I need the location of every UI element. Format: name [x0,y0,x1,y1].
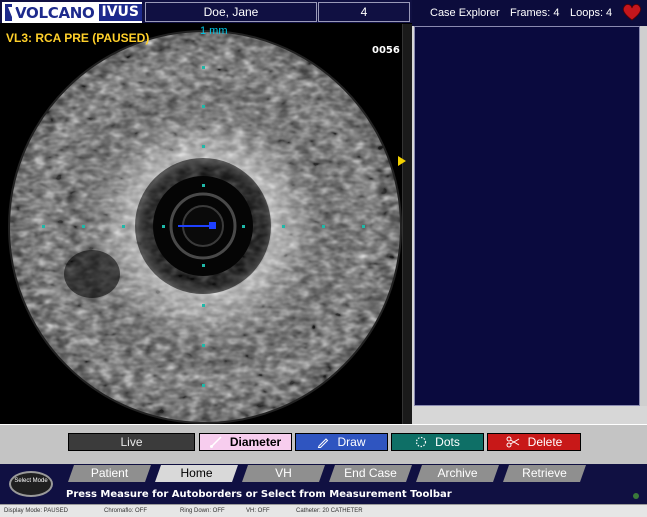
frames-value: 4 [553,7,560,19]
product-name: IVUS [98,4,142,21]
dots-icon [416,436,427,448]
scale-label: 1 mm [200,25,228,37]
case-explorer-title: Case Explorer [430,7,500,19]
ivus-viewport[interactable]: VL3: RCA PRE (PAUSED) 1 mm 0056 [0,24,412,424]
select-mode-button[interactable]: Select Mode [9,471,53,497]
app-header: VOLCANO IVUS Doe, Jane 4 [0,0,412,24]
status-led-icon [633,493,639,499]
brand-name: VOLCANO [15,3,95,22]
pencil-icon [318,438,329,448]
frame-number: 4 [318,2,410,22]
live-button[interactable]: Live [68,433,195,451]
dots-label: Dots [435,435,460,449]
tab-patient[interactable]: Patient [68,465,151,482]
loops-label: Loops: [570,7,604,19]
tab-archive[interactable]: Archive [416,465,499,482]
case-explorer-pane[interactable] [414,26,640,406]
tab-home[interactable]: Home [155,465,238,482]
status-message: Press Measure for Autoborders or Select … [66,489,452,500]
dots-button[interactable]: Dots [391,433,484,451]
longitudinal-strip[interactable] [402,24,412,424]
status-chromaflo: Chromaflo: OFF [104,508,148,514]
heart-icon[interactable] [622,3,642,21]
live-label: Live [120,435,143,449]
loops-value: 4 [606,7,613,19]
patient-name: Doe, Jane [145,2,317,22]
tab-end-case[interactable]: End Case [329,465,412,482]
status-display-mode: Display Mode: PAUSED [4,508,68,514]
diameter-icon [209,436,222,448]
diameter-button[interactable]: Diameter [199,433,292,451]
frame-position-marker[interactable] [398,156,406,166]
diameter-label: Diameter [229,435,282,449]
volcano-logo-icon [5,4,17,21]
frame-counter: 0056 [372,45,400,56]
loop-title: VL3: RCA PRE (PAUSED) [6,31,150,45]
status-bar: Display Mode: PAUSED Chromaflo: OFF Ring… [0,504,647,517]
status-catheter: Catheter: 20 CATHETER [296,508,363,514]
shadow-region [64,250,120,298]
frames-count: Frames: 4 [510,7,559,19]
loops-count: Loops: 4 [570,7,612,19]
tab-retrieve[interactable]: Retrieve [503,465,586,482]
delete-button[interactable]: Delete [487,433,581,451]
tab-vh[interactable]: VH [242,465,325,482]
status-ring-down: Ring Down: OFF [180,508,225,514]
delete-label: Delete [527,435,563,449]
volcano-logo: VOLCANO IVUS [2,2,142,23]
draw-button[interactable]: Draw [295,433,388,451]
draw-label: Draw [337,435,366,449]
ivus-image [0,24,412,424]
case-explorer-header: Case Explorer Frames: 4 Loops: 4 [412,0,647,26]
case-explorer-scrollbar[interactable] [640,26,647,406]
scissors-icon [506,436,519,448]
catheter-marker [209,222,216,229]
status-vh: VH: OFF [246,508,270,514]
frames-label: Frames: [510,7,551,19]
